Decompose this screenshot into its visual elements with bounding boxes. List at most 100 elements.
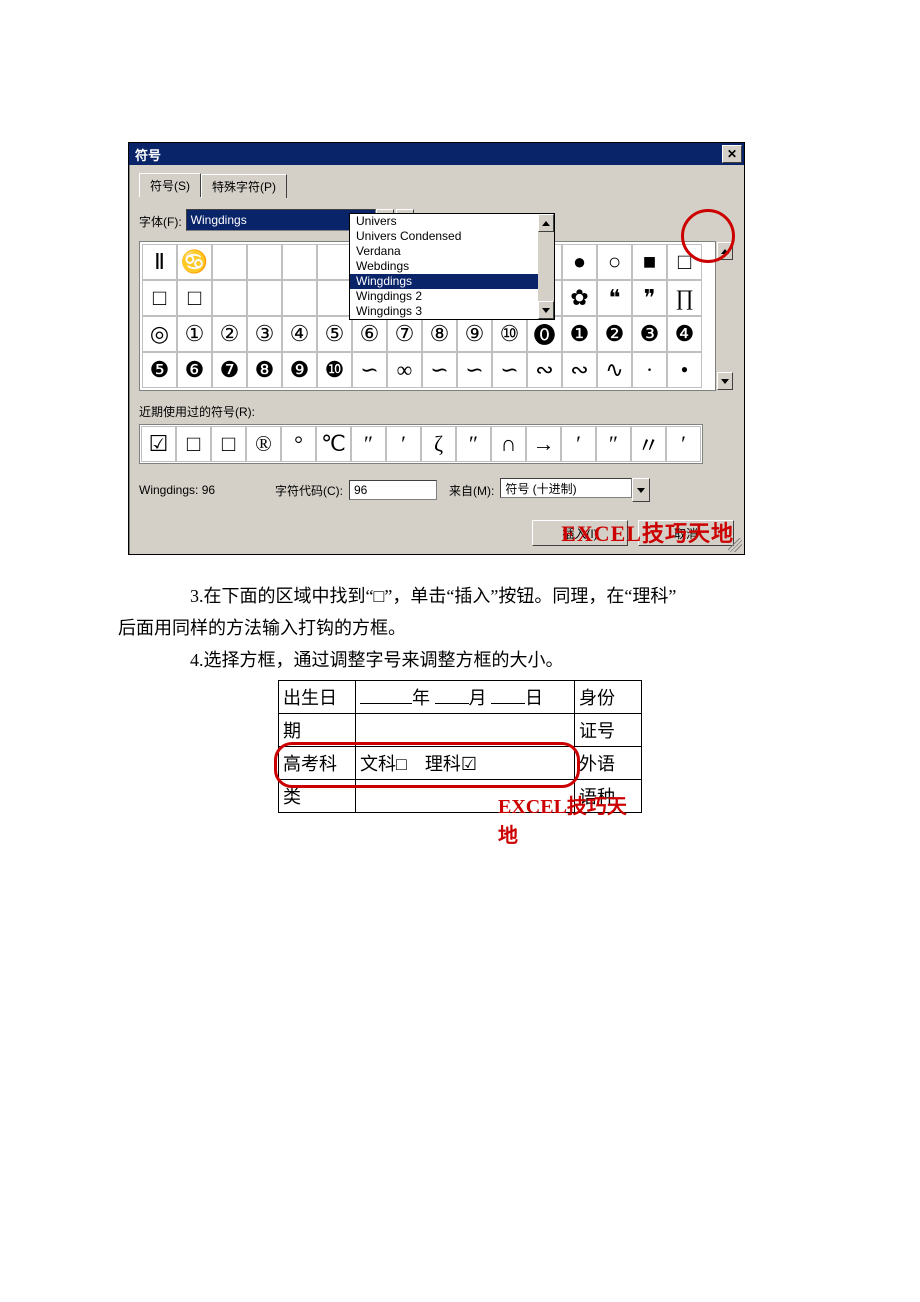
cancel-button[interactable]: 取消 (638, 520, 734, 546)
insert-button[interactable]: 插入(I) (532, 520, 628, 546)
symbol-cell[interactable]: ② (212, 316, 247, 352)
symbol-cell[interactable]: ✿ (562, 280, 597, 316)
symbol-cell[interactable]: ∏ (667, 280, 702, 316)
symbol-cell[interactable]: ♋ (177, 244, 212, 280)
from-dropdown-button[interactable] (632, 478, 650, 502)
recent-symbol-cell[interactable]: ° (281, 426, 316, 462)
symbol-cell[interactable]: ∽ (492, 352, 527, 388)
font-option[interactable]: Wingdings 3 (350, 304, 554, 319)
symbol-cell[interactable]: □ (142, 280, 177, 316)
symbol-cell[interactable]: ③ (247, 316, 282, 352)
recent-symbol-cell[interactable]: ∩ (491, 426, 526, 462)
recent-symbol-cell[interactable]: → (526, 426, 561, 462)
font-option[interactable]: Verdana (350, 244, 554, 259)
symbol-cell[interactable]: ⑩ (492, 316, 527, 352)
recent-symbol-cell[interactable]: ′ (561, 426, 596, 462)
symbol-cell[interactable]: ● (562, 244, 597, 280)
scroll-up-button[interactable] (717, 242, 733, 260)
symbol-cell[interactable]: ❺ (142, 352, 177, 388)
symbol-cell[interactable]: ❶ (562, 316, 597, 352)
symbol-cell[interactable]: ∽ (457, 352, 492, 388)
symbol-cell[interactable] (212, 244, 247, 280)
cell-exam-type: 文科□ 理科☑ (356, 747, 575, 780)
symbol-cell[interactable]: ∽ (422, 352, 457, 388)
scroll-down-button[interactable] (717, 372, 733, 390)
symbol-cell[interactable]: • (667, 352, 702, 388)
symbol-cell[interactable]: ❻ (177, 352, 212, 388)
symbol-cell[interactable] (247, 244, 282, 280)
recent-symbol-cell[interactable]: ″ (596, 426, 631, 462)
symbol-cell[interactable]: ○ (597, 244, 632, 280)
symbol-cell[interactable]: ∾ (562, 352, 597, 388)
cell-lang-1: 外语 (575, 747, 642, 780)
symbol-cell[interactable]: ⑧ (422, 316, 457, 352)
recent-symbol-cell[interactable]: ′ (666, 426, 701, 462)
symbol-cell[interactable] (317, 280, 352, 316)
font-dropdown-list[interactable]: UniversUnivers CondensedVerdanaWebdingsW… (349, 213, 555, 320)
symbol-cell[interactable]: ❼ (212, 352, 247, 388)
symbol-cell[interactable] (317, 244, 352, 280)
symbol-cell[interactable]: ◎ (142, 316, 177, 352)
symbol-cell[interactable] (282, 244, 317, 280)
symbol-cell[interactable] (282, 280, 317, 316)
font-option[interactable]: Wingdings 2 (350, 289, 554, 304)
symbol-cell[interactable]: ⑦ (387, 316, 422, 352)
symbol-cell[interactable]: ❷ (597, 316, 632, 352)
symbol-cell[interactable]: ❽ (247, 352, 282, 388)
symbol-cell[interactable]: · (632, 352, 667, 388)
font-input[interactable]: Wingdings (186, 209, 376, 231)
resize-grip-icon[interactable] (728, 538, 742, 552)
from-label: 来自(M): (449, 482, 494, 499)
symbol-cell[interactable]: Ⅱ (142, 244, 177, 280)
dropdown-scrollbar[interactable] (538, 214, 554, 319)
symbol-cell[interactable]: ① (177, 316, 212, 352)
recent-symbol-cell[interactable]: □ (211, 426, 246, 462)
recent-symbol-cell[interactable]: ℃ (316, 426, 351, 462)
symbol-cell[interactable]: ④ (282, 316, 317, 352)
scroll-up-button[interactable] (538, 214, 554, 232)
symbol-cell[interactable]: □ (667, 244, 702, 280)
char-code-input[interactable]: 96 (349, 480, 437, 500)
symbol-cell[interactable]: ∽ (352, 352, 387, 388)
symbol-cell[interactable]: ⑨ (457, 316, 492, 352)
tab-symbols[interactable]: 符号(S) (139, 173, 201, 197)
symbol-cell[interactable]: ∞ (387, 352, 422, 388)
recent-symbol-cell[interactable]: ζ (421, 426, 456, 462)
symbol-cell[interactable]: ⑤ (317, 316, 352, 352)
close-button[interactable]: ✕ (722, 145, 742, 163)
font-option[interactable]: Webdings (350, 259, 554, 274)
label-month: 月 (469, 688, 487, 708)
symbol-cell[interactable]: ❹ (667, 316, 702, 352)
symbol-cell[interactable]: □ (177, 280, 212, 316)
symbol-cell[interactable]: ⑥ (352, 316, 387, 352)
label-day: 日 (525, 688, 543, 708)
symbol-grid-scrollbar[interactable] (717, 242, 733, 390)
symbol-cell[interactable]: ❿ (317, 352, 352, 388)
scroll-down-button[interactable] (538, 301, 554, 319)
font-option[interactable]: Univers Condensed (350, 229, 554, 244)
recent-symbol-cell[interactable]: 〃 (631, 426, 666, 462)
dialog-titlebar[interactable]: 符号 ✕ (129, 143, 744, 165)
symbol-cell[interactable] (247, 280, 282, 316)
symbol-cell[interactable]: ❸ (632, 316, 667, 352)
tab-special-chars[interactable]: 特殊字符(P) (201, 174, 287, 198)
recent-symbol-cell[interactable]: ® (246, 426, 281, 462)
from-combobox[interactable]: 符号 (十进制) (500, 478, 650, 502)
symbol-cell[interactable]: ⓿ (527, 316, 562, 352)
recent-symbol-cell[interactable]: □ (176, 426, 211, 462)
recent-symbol-cell[interactable]: ′ (386, 426, 421, 462)
symbol-cell[interactable]: ■ (632, 244, 667, 280)
recent-symbol-cell[interactable]: ☑ (141, 426, 176, 462)
symbol-cell[interactable] (212, 280, 247, 316)
font-option[interactable]: Wingdings (350, 274, 554, 289)
symbol-cell[interactable]: ❾ (282, 352, 317, 388)
recent-symbol-cell[interactable]: ″ (351, 426, 386, 462)
tab-special-label: 特殊字符(P) (212, 180, 276, 194)
symbol-cell[interactable]: ❞ (632, 280, 667, 316)
recent-symbol-cell[interactable]: ″ (456, 426, 491, 462)
symbol-cell[interactable]: ∿ (597, 352, 632, 388)
symbol-cell[interactable]: ∾ (527, 352, 562, 388)
from-input[interactable]: 符号 (十进制) (500, 478, 632, 498)
symbol-cell[interactable]: ❝ (597, 280, 632, 316)
font-option[interactable]: Univers (350, 214, 554, 229)
